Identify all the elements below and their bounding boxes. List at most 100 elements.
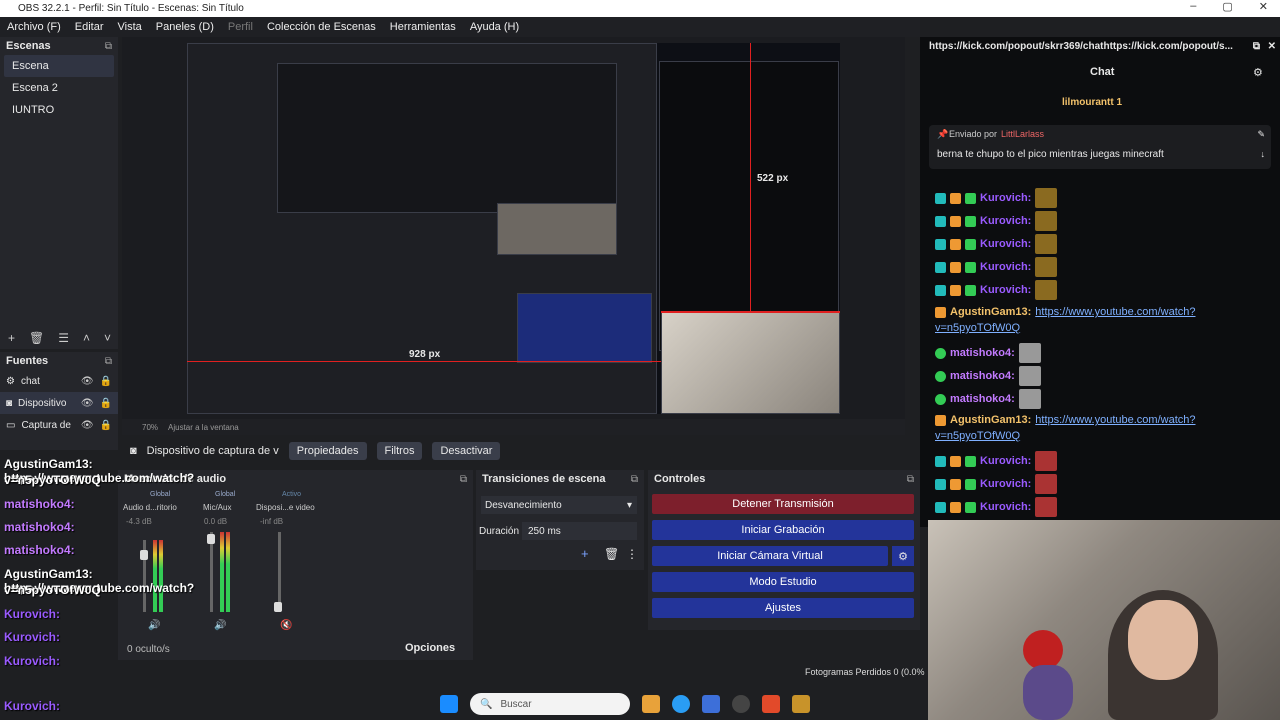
- store-icon[interactable]: [702, 695, 720, 713]
- scene-item[interactable]: IUNTRO: [4, 99, 114, 121]
- sub-icon: [965, 284, 976, 296]
- properties-button[interactable]: Propiedades: [288, 442, 367, 460]
- virtual-cam-button[interactable]: Iniciar Cámara Virtual: [652, 546, 888, 566]
- start-record-button[interactable]: Iniciar Grabación: [652, 520, 914, 540]
- volume-meter: [220, 532, 224, 612]
- menu-vista[interactable]: Vista: [118, 21, 142, 33]
- menu-archivo[interactable]: Archivo (F): [7, 21, 61, 33]
- lock-icon[interactable]: 🔒: [100, 376, 112, 387]
- folder-icon[interactable]: [642, 695, 660, 713]
- message-link[interactable]: https://www.youtube.com/watch?: [1035, 414, 1195, 426]
- filters-button[interactable]: Filtros: [376, 442, 423, 460]
- more-icon[interactable]: ⋮: [626, 547, 638, 561]
- chat-url: https://kick.com/popout/skrr369/chathttp…: [920, 37, 1280, 55]
- menu-herramientas[interactable]: Herramientas: [390, 21, 456, 33]
- channel-db: -4.3 dB: [126, 517, 152, 526]
- message-link[interactable]: v=n5pyoTOfW0Q: [935, 430, 1020, 442]
- emote-icon: [1018, 389, 1041, 409]
- eye-icon[interactable]: 👁: [81, 398, 94, 409]
- speaker-icon[interactable]: 🔊: [214, 620, 226, 631]
- users-icon[interactable]: ⚙: [1253, 66, 1263, 79]
- eye-icon[interactable]: 👁: [81, 376, 94, 387]
- menu-paneles[interactable]: Paneles (D): [156, 21, 214, 33]
- undock-icon[interactable]: ⧉: [105, 41, 112, 52]
- windows-start-icon[interactable]: [440, 695, 458, 713]
- deactivate-button[interactable]: Desactivar: [432, 442, 501, 460]
- settings-button[interactable]: Ajustes: [652, 598, 914, 618]
- message-link[interactable]: v=n5pyoTOfW0Q: [935, 322, 1020, 334]
- filter-icon[interactable]: ☰: [58, 331, 69, 345]
- brave-icon[interactable]: [762, 695, 780, 713]
- badge-icon: [935, 478, 946, 490]
- menu-ayuda[interactable]: Ayuda (H): [470, 21, 519, 33]
- search-icon: 🔍: [480, 698, 493, 710]
- tab-global[interactable]: Global: [215, 491, 235, 498]
- badge-icon: [935, 215, 946, 227]
- taskbar-search[interactable]: 🔍 Buscar: [470, 693, 630, 715]
- tab-active[interactable]: Activo: [282, 491, 301, 498]
- add-icon[interactable]: +: [8, 331, 15, 345]
- undock-icon[interactable]: ⧉: [460, 474, 467, 485]
- sub-icon: [965, 238, 976, 250]
- undock-icon[interactable]: ⧉: [1253, 41, 1260, 52]
- webcam-source[interactable]: [661, 311, 840, 414]
- chat-message: Kurovich:: [935, 451, 1058, 471]
- undock-icon[interactable]: ⧉: [105, 356, 112, 367]
- fit-option[interactable]: Ajustar a la ventana: [168, 423, 239, 432]
- source-item[interactable]: ⚙ chat 👁 🔒: [0, 370, 118, 392]
- up-icon[interactable]: ˄: [83, 331, 90, 345]
- menu-editar[interactable]: Editar: [75, 21, 104, 33]
- menu-perfil[interactable]: Perfil: [228, 21, 253, 33]
- options-button[interactable]: Opciones: [405, 642, 455, 654]
- trash-icon[interactable]: 🗑: [29, 331, 44, 345]
- badge-icon: [935, 393, 946, 405]
- crown-icon: [950, 501, 961, 513]
- scene-item[interactable]: Escena: [4, 55, 114, 77]
- arrow-down-icon[interactable]: ↓: [1261, 149, 1266, 159]
- fader-knob[interactable]: [207, 534, 215, 544]
- mute-icon[interactable]: 🔇: [280, 620, 292, 631]
- fader-knob[interactable]: [274, 602, 282, 612]
- plush-toy: [1023, 630, 1063, 670]
- source-item[interactable]: ◙ Dispositivo 👁 🔒: [0, 392, 118, 414]
- tab-global[interactable]: Global: [150, 491, 170, 498]
- menu-coleccion[interactable]: Colección de Escenas: [267, 21, 376, 33]
- volume-fader[interactable]: [210, 532, 213, 612]
- fader-knob[interactable]: [140, 550, 148, 560]
- gear-icon[interactable]: ⚙: [892, 546, 914, 566]
- stop-stream-button[interactable]: Detener Transmisión: [652, 494, 914, 514]
- app-icon[interactable]: [792, 695, 810, 713]
- duration-input[interactable]: 250 ms: [522, 522, 637, 540]
- preview-canvas[interactable]: 522 px 928 px: [187, 43, 840, 414]
- zoom-level[interactable]: 70%: [142, 423, 158, 432]
- badge-icon: [935, 455, 946, 467]
- add-icon[interactable]: +: [581, 546, 589, 561]
- camera-icon: ◙: [6, 397, 13, 409]
- speaker-icon[interactable]: 🔊: [148, 620, 160, 631]
- chat-overlay: AgustinGam13: https://www.youtube.com/wa…: [0, 440, 194, 720]
- lock-icon[interactable]: 🔒: [100, 398, 112, 409]
- lock-icon[interactable]: 🔒: [100, 420, 112, 431]
- source-item[interactable]: ▭ Captura de 👁 🔒: [0, 414, 118, 436]
- close-icon[interactable]: ✕: [1268, 41, 1276, 52]
- undock-icon[interactable]: ⧉: [907, 474, 914, 485]
- studio-mode-button[interactable]: Modo Estudio: [652, 572, 914, 592]
- frames-status: Fotogramas Perdidos 0 (0.0%: [805, 667, 925, 677]
- minimize-button[interactable]: –: [1190, 0, 1196, 13]
- unpin-icon[interactable]: ✎: [1257, 129, 1265, 140]
- volume-meter: [226, 532, 230, 612]
- maximize-button[interactable]: ▢: [1222, 0, 1232, 13]
- chat-message-cont: v=n5pyoTOfW0Q: [935, 322, 1020, 334]
- trash-icon[interactable]: 🗑: [604, 547, 619, 561]
- close-button[interactable]: ✕: [1259, 0, 1268, 13]
- message-link[interactable]: https://www.youtube.com/watch?: [1035, 306, 1195, 318]
- volume-fader[interactable]: [278, 532, 281, 612]
- obs-icon[interactable]: [732, 695, 750, 713]
- edge-icon[interactable]: [672, 695, 690, 713]
- transition-select[interactable]: Desvanecimiento ▾: [481, 496, 637, 514]
- down-icon[interactable]: ˅: [104, 331, 111, 345]
- eye-icon[interactable]: 👁: [81, 420, 94, 431]
- scene-item[interactable]: Escena 2: [4, 77, 114, 99]
- undock-icon[interactable]: ⧉: [631, 474, 638, 485]
- chat-message: Kurovich:: [935, 257, 1058, 277]
